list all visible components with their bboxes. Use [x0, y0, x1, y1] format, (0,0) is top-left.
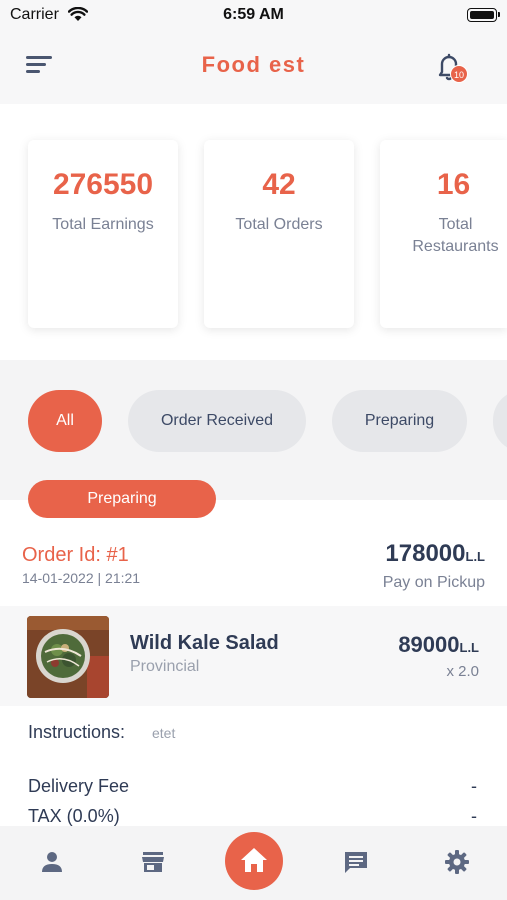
home-button[interactable] [225, 832, 283, 890]
item-name: Wild Kale Salad [130, 632, 279, 654]
filter-chip-all[interactable]: All [28, 390, 102, 452]
stat-value: 42 [262, 168, 296, 201]
instructions-label: Instructions: [28, 722, 126, 742]
battery-icon [467, 8, 500, 22]
stats-section: 276550 Total Earnings 42 Total Orders 16… [0, 104, 507, 360]
bottom-tab-bar [0, 826, 507, 900]
order-card[interactable]: Preparing Order Id: #1 14-01-2022 | 21:2… [0, 480, 507, 830]
filter-chip-more[interactable] [493, 390, 507, 452]
status-bar: Carrier 6:59 AM [0, 0, 507, 32]
filter-bar: All Order Received Preparing [0, 360, 507, 500]
item-restaurant: Provincial [130, 658, 200, 675]
item-quantity: x 2.0 [446, 663, 479, 680]
app-header: Food est [0, 32, 507, 102]
stat-value: 16 [436, 168, 471, 201]
app-screen: Carrier 6:59 AM Food est 10 276550 Total… [0, 0, 507, 900]
clock: 6:59 AM [223, 6, 284, 23]
order-total: 178000L.L [385, 540, 485, 567]
order-item-row[interactable]: Wild Kale Salad Provincial 89000L.L x 2.… [0, 606, 507, 706]
stat-card-orders[interactable]: 42 Total Orders [204, 140, 354, 328]
stat-card-restaurants[interactable]: 16 Total Restaurants [380, 140, 507, 328]
item-price: 89000L.L [398, 632, 479, 657]
tax-value: - [471, 806, 477, 826]
app-title: Food est [201, 52, 306, 77]
filter-chip-order-received[interactable]: Order Received [128, 390, 306, 452]
gear-icon[interactable] [443, 848, 471, 876]
chat-icon[interactable] [342, 848, 370, 876]
tax-label: TAX (0.0%) [28, 806, 120, 826]
stat-card-earnings[interactable]: 276550 Total Earnings [28, 140, 178, 328]
instructions-value: etet [152, 725, 176, 741]
store-icon[interactable] [139, 848, 167, 876]
order-datetime: 14-01-2022 | 21:21 [22, 570, 141, 586]
stat-label: Total Orders [235, 216, 323, 233]
order-status-badge: Preparing [28, 480, 216, 518]
item-photo [27, 616, 109, 698]
payment-method: Pay on Pickup [382, 574, 485, 591]
delivery-fee-value: - [471, 776, 477, 796]
home-icon [241, 848, 267, 872]
stat-label: Total Restaurants [412, 216, 499, 255]
stat-value: 276550 [52, 168, 154, 201]
notification-badge: 10 [450, 65, 468, 83]
stat-label: Total Earnings [52, 216, 154, 233]
order-id: Order Id: #1 [22, 544, 129, 566]
filter-chip-preparing[interactable]: Preparing [332, 390, 467, 452]
delivery-fee-label: Delivery Fee [28, 776, 130, 796]
person-icon[interactable] [38, 848, 66, 876]
